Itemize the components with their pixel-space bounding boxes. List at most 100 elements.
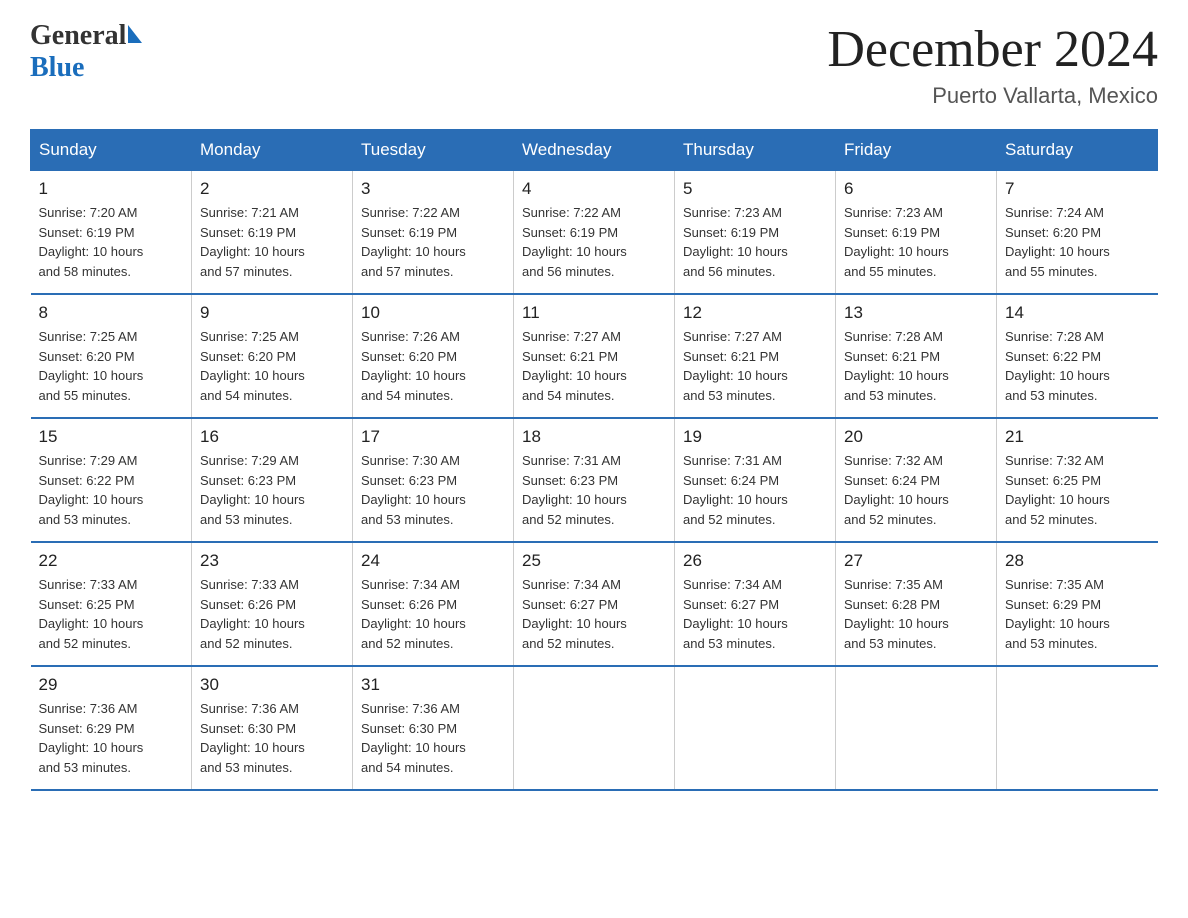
week-row-1: 1 Sunrise: 7:20 AMSunset: 6:19 PMDayligh… — [31, 171, 1158, 295]
day-info: Sunrise: 7:35 AMSunset: 6:28 PMDaylight:… — [844, 575, 988, 653]
location: Puerto Vallarta, Mexico — [827, 83, 1158, 109]
calendar-cell: 1 Sunrise: 7:20 AMSunset: 6:19 PMDayligh… — [31, 171, 192, 295]
calendar-cell: 8 Sunrise: 7:25 AMSunset: 6:20 PMDayligh… — [31, 294, 192, 418]
day-info: Sunrise: 7:20 AMSunset: 6:19 PMDaylight:… — [39, 203, 184, 281]
day-number: 25 — [522, 551, 666, 571]
day-number: 19 — [683, 427, 827, 447]
calendar-cell: 20 Sunrise: 7:32 AMSunset: 6:24 PMDaylig… — [836, 418, 997, 542]
calendar-cell: 28 Sunrise: 7:35 AMSunset: 6:29 PMDaylig… — [997, 542, 1158, 666]
calendar-cell: 6 Sunrise: 7:23 AMSunset: 6:19 PMDayligh… — [836, 171, 997, 295]
day-info: Sunrise: 7:34 AMSunset: 6:27 PMDaylight:… — [522, 575, 666, 653]
title-section: December 2024 Puerto Vallarta, Mexico — [827, 20, 1158, 109]
day-number: 27 — [844, 551, 988, 571]
calendar-header-row: SundayMondayTuesdayWednesdayThursdayFrid… — [31, 130, 1158, 171]
day-number: 15 — [39, 427, 184, 447]
day-info: Sunrise: 7:23 AMSunset: 6:19 PMDaylight:… — [683, 203, 827, 281]
day-info: Sunrise: 7:31 AMSunset: 6:24 PMDaylight:… — [683, 451, 827, 529]
header-friday: Friday — [836, 130, 997, 171]
calendar-cell — [997, 666, 1158, 790]
day-number: 17 — [361, 427, 505, 447]
logo-triangle-icon — [128, 25, 142, 43]
logo-general: General — [30, 20, 126, 52]
calendar-cell — [514, 666, 675, 790]
day-info: Sunrise: 7:34 AMSunset: 6:27 PMDaylight:… — [683, 575, 827, 653]
day-number: 16 — [200, 427, 344, 447]
day-number: 22 — [39, 551, 184, 571]
calendar-cell: 7 Sunrise: 7:24 AMSunset: 6:20 PMDayligh… — [997, 171, 1158, 295]
day-number: 20 — [844, 427, 988, 447]
day-info: Sunrise: 7:36 AMSunset: 6:30 PMDaylight:… — [200, 699, 344, 777]
logo: General Blue — [30, 20, 142, 84]
day-number: 10 — [361, 303, 505, 323]
day-number: 7 — [1005, 179, 1150, 199]
day-number: 3 — [361, 179, 505, 199]
calendar-table: SundayMondayTuesdayWednesdayThursdayFrid… — [30, 129, 1158, 791]
day-number: 8 — [39, 303, 184, 323]
day-info: Sunrise: 7:34 AMSunset: 6:26 PMDaylight:… — [361, 575, 505, 653]
day-number: 4 — [522, 179, 666, 199]
calendar-cell — [675, 666, 836, 790]
day-info: Sunrise: 7:35 AMSunset: 6:29 PMDaylight:… — [1005, 575, 1150, 653]
day-info: Sunrise: 7:25 AMSunset: 6:20 PMDaylight:… — [39, 327, 184, 405]
week-row-5: 29 Sunrise: 7:36 AMSunset: 6:29 PMDaylig… — [31, 666, 1158, 790]
calendar-cell: 16 Sunrise: 7:29 AMSunset: 6:23 PMDaylig… — [192, 418, 353, 542]
week-row-3: 15 Sunrise: 7:29 AMSunset: 6:22 PMDaylig… — [31, 418, 1158, 542]
calendar-cell: 24 Sunrise: 7:34 AMSunset: 6:26 PMDaylig… — [353, 542, 514, 666]
day-number: 21 — [1005, 427, 1150, 447]
day-info: Sunrise: 7:23 AMSunset: 6:19 PMDaylight:… — [844, 203, 988, 281]
day-number: 30 — [200, 675, 344, 695]
day-number: 5 — [683, 179, 827, 199]
header-sunday: Sunday — [31, 130, 192, 171]
calendar-cell: 15 Sunrise: 7:29 AMSunset: 6:22 PMDaylig… — [31, 418, 192, 542]
day-info: Sunrise: 7:21 AMSunset: 6:19 PMDaylight:… — [200, 203, 344, 281]
day-number: 24 — [361, 551, 505, 571]
month-title: December 2024 — [827, 20, 1158, 79]
calendar-cell: 25 Sunrise: 7:34 AMSunset: 6:27 PMDaylig… — [514, 542, 675, 666]
calendar-cell: 23 Sunrise: 7:33 AMSunset: 6:26 PMDaylig… — [192, 542, 353, 666]
day-number: 2 — [200, 179, 344, 199]
day-info: Sunrise: 7:33 AMSunset: 6:25 PMDaylight:… — [39, 575, 184, 653]
logo-blue: Blue — [30, 52, 142, 84]
day-info: Sunrise: 7:28 AMSunset: 6:21 PMDaylight:… — [844, 327, 988, 405]
day-number: 26 — [683, 551, 827, 571]
calendar-cell: 21 Sunrise: 7:32 AMSunset: 6:25 PMDaylig… — [997, 418, 1158, 542]
calendar-cell: 19 Sunrise: 7:31 AMSunset: 6:24 PMDaylig… — [675, 418, 836, 542]
day-info: Sunrise: 7:36 AMSunset: 6:29 PMDaylight:… — [39, 699, 184, 777]
day-info: Sunrise: 7:32 AMSunset: 6:25 PMDaylight:… — [1005, 451, 1150, 529]
day-number: 13 — [844, 303, 988, 323]
calendar-cell: 13 Sunrise: 7:28 AMSunset: 6:21 PMDaylig… — [836, 294, 997, 418]
day-info: Sunrise: 7:30 AMSunset: 6:23 PMDaylight:… — [361, 451, 505, 529]
day-info: Sunrise: 7:32 AMSunset: 6:24 PMDaylight:… — [844, 451, 988, 529]
calendar-cell: 22 Sunrise: 7:33 AMSunset: 6:25 PMDaylig… — [31, 542, 192, 666]
calendar-cell: 17 Sunrise: 7:30 AMSunset: 6:23 PMDaylig… — [353, 418, 514, 542]
day-number: 29 — [39, 675, 184, 695]
calendar-cell: 3 Sunrise: 7:22 AMSunset: 6:19 PMDayligh… — [353, 171, 514, 295]
day-info: Sunrise: 7:25 AMSunset: 6:20 PMDaylight:… — [200, 327, 344, 405]
calendar-cell: 4 Sunrise: 7:22 AMSunset: 6:19 PMDayligh… — [514, 171, 675, 295]
calendar-cell: 30 Sunrise: 7:36 AMSunset: 6:30 PMDaylig… — [192, 666, 353, 790]
calendar-cell: 26 Sunrise: 7:34 AMSunset: 6:27 PMDaylig… — [675, 542, 836, 666]
week-row-4: 22 Sunrise: 7:33 AMSunset: 6:25 PMDaylig… — [31, 542, 1158, 666]
calendar-cell: 31 Sunrise: 7:36 AMSunset: 6:30 PMDaylig… — [353, 666, 514, 790]
calendar-cell: 12 Sunrise: 7:27 AMSunset: 6:21 PMDaylig… — [675, 294, 836, 418]
day-number: 31 — [361, 675, 505, 695]
day-info: Sunrise: 7:24 AMSunset: 6:20 PMDaylight:… — [1005, 203, 1150, 281]
day-number: 9 — [200, 303, 344, 323]
header-thursday: Thursday — [675, 130, 836, 171]
calendar-cell: 5 Sunrise: 7:23 AMSunset: 6:19 PMDayligh… — [675, 171, 836, 295]
day-info: Sunrise: 7:27 AMSunset: 6:21 PMDaylight:… — [522, 327, 666, 405]
calendar-cell: 10 Sunrise: 7:26 AMSunset: 6:20 PMDaylig… — [353, 294, 514, 418]
day-info: Sunrise: 7:26 AMSunset: 6:20 PMDaylight:… — [361, 327, 505, 405]
calendar-cell: 2 Sunrise: 7:21 AMSunset: 6:19 PMDayligh… — [192, 171, 353, 295]
calendar-cell: 18 Sunrise: 7:31 AMSunset: 6:23 PMDaylig… — [514, 418, 675, 542]
day-info: Sunrise: 7:29 AMSunset: 6:22 PMDaylight:… — [39, 451, 184, 529]
header-saturday: Saturday — [997, 130, 1158, 171]
header-monday: Monday — [192, 130, 353, 171]
calendar-cell: 27 Sunrise: 7:35 AMSunset: 6:28 PMDaylig… — [836, 542, 997, 666]
day-info: Sunrise: 7:29 AMSunset: 6:23 PMDaylight:… — [200, 451, 344, 529]
day-info: Sunrise: 7:33 AMSunset: 6:26 PMDaylight:… — [200, 575, 344, 653]
day-number: 18 — [522, 427, 666, 447]
day-info: Sunrise: 7:22 AMSunset: 6:19 PMDaylight:… — [522, 203, 666, 281]
day-number: 12 — [683, 303, 827, 323]
day-number: 6 — [844, 179, 988, 199]
